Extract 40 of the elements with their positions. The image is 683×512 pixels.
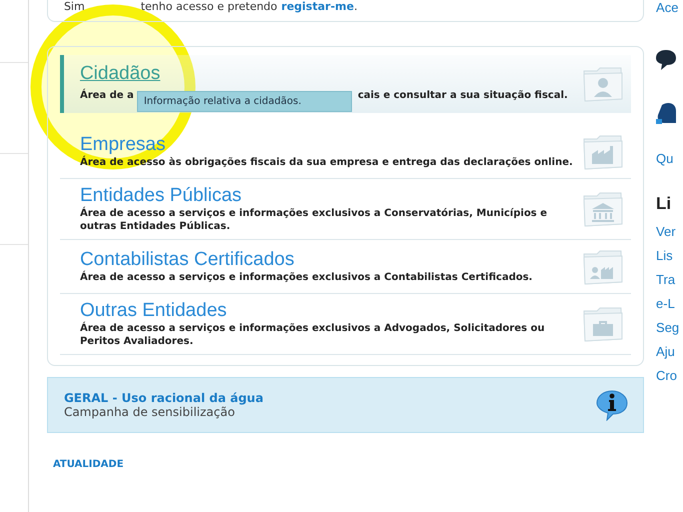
- register-link[interactable]: registar-me: [281, 0, 354, 13]
- punctuation-text: .: [354, 0, 358, 13]
- area-description: Área de acesso a serviços e informações exclusivos a Contabilistas Certificados.: [80, 271, 532, 284]
- sidebar-link[interactable]: Lis: [656, 248, 673, 263]
- notice-title: GERAL - Uso racional da água: [64, 391, 264, 405]
- building-folder-icon: [581, 191, 626, 227]
- briefcase-folder-icon: [581, 306, 626, 342]
- area-item[interactable]: Contabilistas Certificados Área de acesso a serviços e informações exclusivos a Contabilistas Certificados.: [60, 240, 632, 294]
- area-description: Área de acesso a serviços e informações exclusivos a Advogados, Solicitadores ou Peritos Avaliadores.: [80, 322, 546, 348]
- area-link[interactable]: Entidades Públicas: [80, 185, 242, 207]
- tooltip: Informação relativa a cidadãos.: [136, 90, 352, 112]
- signup-text: tenho acesso e pretendo: [140, 0, 278, 13]
- notice-banner[interactable]: GERAL - Uso racional da água Campanha de sensibilização: [46, 377, 644, 433]
- sidebar-link[interactable]: Ver: [656, 224, 676, 239]
- person-folder-icon: [581, 66, 626, 102]
- info-icon: [595, 389, 630, 421]
- sidebar-link[interactable]: e-L: [656, 296, 675, 311]
- sidebar-link[interactable]: Ace: [656, 0, 678, 15]
- chat-bubble-icon: [656, 49, 676, 71]
- person-factory-folder-icon: [581, 248, 626, 284]
- area-description: Área de a: [80, 88, 134, 102]
- sidebar-heading: Li: [656, 194, 672, 214]
- sidebar-link[interactable]: Seg: [656, 320, 680, 335]
- area-item[interactable]: Outras Entidades Área de acesso a serviços e informações exclusivos a Advogados, Solicitadores ou Peritos Avaliadores.: [60, 294, 632, 355]
- factory-folder-icon: [581, 134, 626, 170]
- signup-text: Sim: [64, 0, 85, 13]
- area-item[interactable]: Cidadãos Área de a Informação relativa a cidadãos. cais e consultar a sua situação fiscal.: [60, 55, 632, 113]
- area-link[interactable]: Outras Entidades: [80, 300, 227, 322]
- sidebar-link[interactable]: Cro: [656, 368, 677, 383]
- sidebar-link[interactable]: Aju: [656, 344, 675, 359]
- logo-icon: [656, 101, 676, 125]
- area-link[interactable]: Cidadãos: [80, 62, 160, 84]
- sidebar-link[interactable]: Qu: [656, 151, 674, 166]
- area-description: cais e consultar a sua situação fiscal.: [358, 88, 568, 102]
- sidebar-link[interactable]: Tra: [656, 272, 676, 287]
- area-description: Área de acesso a serviços e informações exclusivos a Conservatórias, Municípios e outras Entidades Públicas.: [80, 207, 548, 233]
- area-item[interactable]: Entidades Públicas Área de acesso a serviços e informações exclusivos a Conservatórias, Municípios e outras Entidades Públicas.: [60, 179, 632, 240]
- section-heading: ATUALIDADE: [52, 459, 125, 470]
- area-link[interactable]: Contabilistas Certificados: [80, 249, 294, 271]
- notice-subtitle: Campanha de sensibilização: [64, 405, 236, 419]
